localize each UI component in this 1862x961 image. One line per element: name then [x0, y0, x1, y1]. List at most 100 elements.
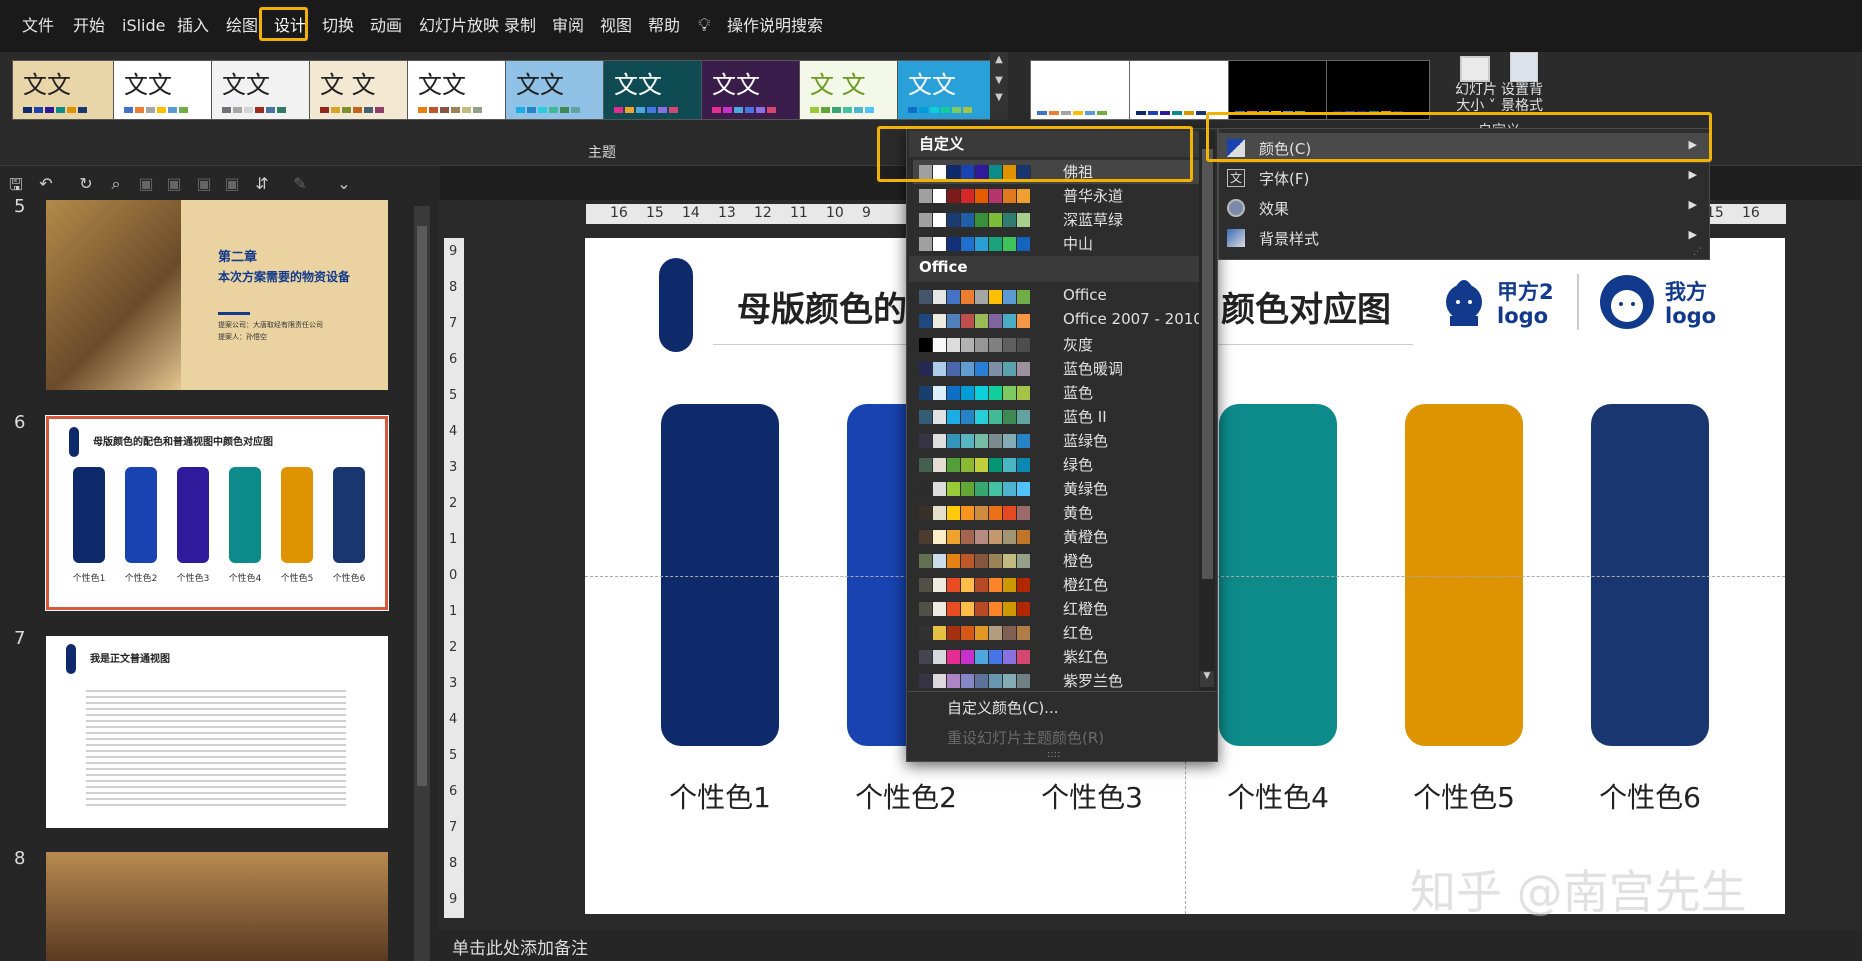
accent-bar-6[interactable] [1591, 404, 1709, 746]
color-scheme-item[interactable]: 蓝色 [913, 381, 1213, 405]
resize-grip-icon[interactable]: ⋰ [1693, 247, 1702, 257]
swatch [1003, 626, 1017, 640]
swatch [933, 530, 947, 544]
color-scheme-item[interactable]: 紫红色 [913, 645, 1213, 669]
color-scheme-item[interactable]: 黄绿色 [913, 477, 1213, 501]
swatch [1003, 458, 1017, 472]
swatch [947, 458, 961, 472]
color-scheme-item[interactable]: 蓝色 II [913, 405, 1213, 429]
theme-thumb-1[interactable]: 文文 [12, 60, 116, 120]
chevron-up-icon[interactable]: ▲ [990, 54, 1008, 65]
swatch [975, 674, 989, 688]
variant-thumb-1[interactable] [1030, 60, 1134, 120]
color-scheme-item[interactable]: Office [913, 285, 1213, 309]
group-icon[interactable]: ▣ [136, 174, 156, 193]
color-scheme-item[interactable]: Office 2007 - 2010 [913, 309, 1213, 333]
menu-file[interactable]: 文件 [22, 14, 54, 38]
color-scheme-item[interactable]: 绿色 [913, 453, 1213, 477]
custom-colors-link[interactable]: 自定义颜色(C)... [947, 697, 1058, 718]
swatch [947, 386, 961, 400]
accent-bar-5[interactable] [1405, 404, 1523, 746]
menu-insert[interactable]: 插入 [177, 14, 209, 38]
scrollbar-thumb[interactable] [417, 226, 427, 786]
swatch [919, 434, 933, 448]
theme-thumb-7[interactable]: 文文 [603, 60, 707, 120]
slide-thumb-8[interactable] [46, 852, 388, 961]
color-scheme-item[interactable]: 普华永道 [913, 184, 1213, 208]
color-scheme-item[interactable]: 中山 [913, 232, 1213, 256]
slide-thumb-6[interactable]: 母版颜色的配色和普通视图中颜色对应图 个性色1 个性色2 个性色3 个性色4 个… [45, 415, 389, 611]
theme-thumb-10[interactable]: 文文 [897, 60, 1001, 120]
theme-thumb-3[interactable]: 文文 [211, 60, 315, 120]
color-scheme-item[interactable]: 黄橙色 [913, 525, 1213, 549]
arrange-icon[interactable]: ▣ [194, 174, 214, 193]
theme-thumb-6[interactable]: 文文 [505, 60, 609, 120]
color-scheme-name: 普华永道 [1063, 187, 1124, 205]
more-icon[interactable]: ▼ [990, 92, 1008, 103]
swatch [947, 554, 961, 568]
theme-gallery-scroll[interactable]: ▲ ▼ ▼ [990, 52, 1008, 120]
menu-view[interactable]: 视图 [600, 14, 632, 38]
slide-size-button[interactable]: 幻灯片 大小 ˅ [1454, 82, 1498, 114]
align-icon[interactable]: ▣ [222, 174, 242, 193]
ungroup-icon[interactable]: ▣ [164, 174, 184, 193]
swatch [947, 237, 961, 251]
slide-thumb-5[interactable]: 第二章 本次方案需要的物资设备 提案公司：大唐取经有限责任公司 提案人：孙悟空 [46, 200, 388, 390]
undo-icon[interactable]: ↶ [36, 174, 56, 193]
menu-background-styles[interactable]: 背景样式 ▶ [1219, 223, 1709, 253]
menu-home[interactable]: 开始 [73, 14, 105, 38]
menu-record[interactable]: 录制 [504, 14, 536, 38]
menu-effects[interactable]: 效果 ▶ [1219, 193, 1709, 223]
theme-thumb-9[interactable]: 文 文 [799, 60, 903, 120]
tell-me-search[interactable]: 操作说明搜索 [727, 14, 823, 38]
menu-animations[interactable]: 动画 [370, 14, 402, 38]
swatch [975, 434, 989, 448]
format-background-icon[interactable] [1510, 52, 1538, 82]
color-scheme-item[interactable]: 橙红色 [913, 573, 1213, 597]
color-scheme-item[interactable]: 灰度 [913, 333, 1213, 357]
color-scheme-item[interactable]: 深蓝草绿 [913, 208, 1213, 232]
variant-thumb-3[interactable] [1228, 60, 1332, 120]
color-scheme-item[interactable]: 黄色 [913, 501, 1213, 525]
menu-transitions[interactable]: 切换 [322, 14, 354, 38]
theme-thumb-2[interactable]: 文文 [113, 60, 217, 120]
chevron-down-icon[interactable]: ▼ [1200, 671, 1214, 687]
notes-pane[interactable]: 单击此处添加备注 [438, 930, 1862, 961]
chevron-down-icon[interactable]: ▼ [990, 75, 1008, 86]
color-scheme-item[interactable]: 橙色 [913, 549, 1213, 573]
notes-placeholder[interactable]: 单击此处添加备注 [452, 939, 588, 959]
menu-islide[interactable]: iSlide [122, 14, 166, 38]
menu-review[interactable]: 审阅 [552, 14, 584, 38]
menu-draw[interactable]: 绘图 [226, 14, 258, 38]
slide-title-left[interactable]: 母版颜色的 [737, 282, 907, 331]
theme-thumb-5[interactable]: 文文 [407, 60, 511, 120]
slide-size-icon[interactable] [1460, 56, 1490, 82]
menu-fonts[interactable]: 文 字体(F) ▶ [1219, 163, 1709, 193]
slide-title-right[interactable]: 颜色对应图 [1221, 282, 1391, 331]
customize-qat-icon[interactable]: ⌄ [334, 174, 354, 193]
format-painter-icon[interactable]: ⌕ [106, 174, 126, 194]
menu-slideshow[interactable]: 幻灯片放映 [419, 14, 499, 38]
swatch [1017, 602, 1031, 616]
accent-bar-1[interactable] [661, 404, 779, 746]
resize-grip-icon[interactable]: :::: [1047, 749, 1060, 760]
theme-thumb-4[interactable]: 文 文 [309, 60, 413, 120]
scrollbar-thumb[interactable] [1202, 149, 1213, 579]
menu-help[interactable]: 帮助 [648, 14, 680, 38]
color-scheme-item[interactable]: 红色 [913, 621, 1213, 645]
slide-thumb-7[interactable]: 我是正文普通视图 [46, 636, 388, 828]
format-background-button[interactable]: 设置背 景格式 [1498, 82, 1546, 114]
pen-icon[interactable]: ✎ [290, 174, 310, 193]
swatch [989, 410, 1003, 424]
accent-bar-4[interactable] [1219, 404, 1337, 746]
color-scheme-item[interactable]: 蓝色暖调 [913, 357, 1213, 381]
color-scheme-item[interactable]: 红橙色 [913, 597, 1213, 621]
slides-scrollbar[interactable] [414, 206, 430, 961]
redo-icon[interactable]: ↻ [76, 174, 96, 193]
variant-thumb-4[interactable] [1326, 60, 1430, 120]
variant-thumb-2[interactable] [1129, 60, 1233, 120]
color-scheme-item[interactable]: 蓝绿色 [913, 429, 1213, 453]
theme-thumb-8[interactable]: 文文 [701, 60, 805, 120]
color-scheme-item[interactable]: 紫罗兰色 [913, 669, 1213, 693]
distribute-icon[interactable]: ⇵ [252, 174, 272, 193]
